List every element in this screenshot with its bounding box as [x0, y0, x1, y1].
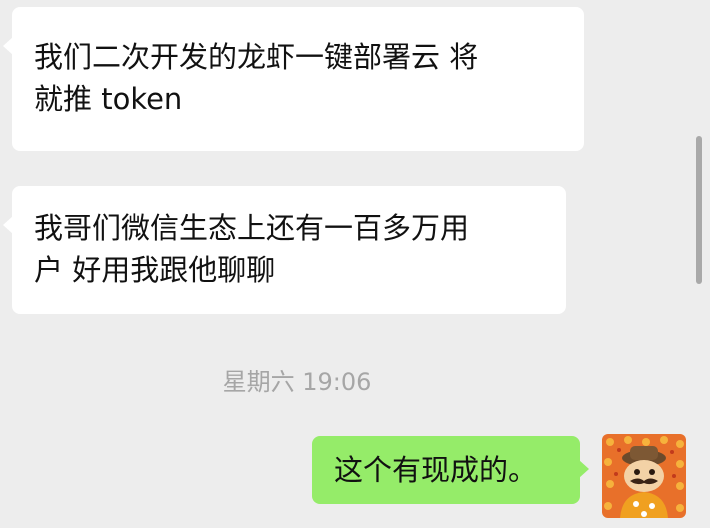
- cartoon-character-avatar-icon[interactable]: [602, 434, 686, 518]
- incoming-message-bubble[interactable]: 我哥们微信生态上还有一百多万用 户 好用我跟他聊聊: [3, 186, 566, 314]
- message-line: 我们二次开发的龙虾一键部署云 将: [34, 40, 479, 74]
- scrollbar-thumb[interactable]: [696, 136, 702, 284]
- message-line: 我哥们微信生态上还有一百多万用: [34, 211, 470, 245]
- message-line: 户 好用我跟他聊聊: [34, 253, 276, 287]
- chat-message-list[interactable]: 我们二次开发的龙虾一键部署云 将 就推 token 我哥们微信生态上还有一百多万…: [0, 0, 710, 528]
- message-text: 这个有现成的。: [334, 453, 538, 487]
- message-timestamp: 星期六 19:06: [222, 368, 372, 396]
- outgoing-message-bubble[interactable]: 这个有现成的。: [312, 436, 589, 504]
- incoming-message-bubble[interactable]: 我们二次开发的龙虾一键部署云 将 就推 token: [3, 7, 584, 151]
- message-line: 就推 token: [34, 82, 183, 116]
